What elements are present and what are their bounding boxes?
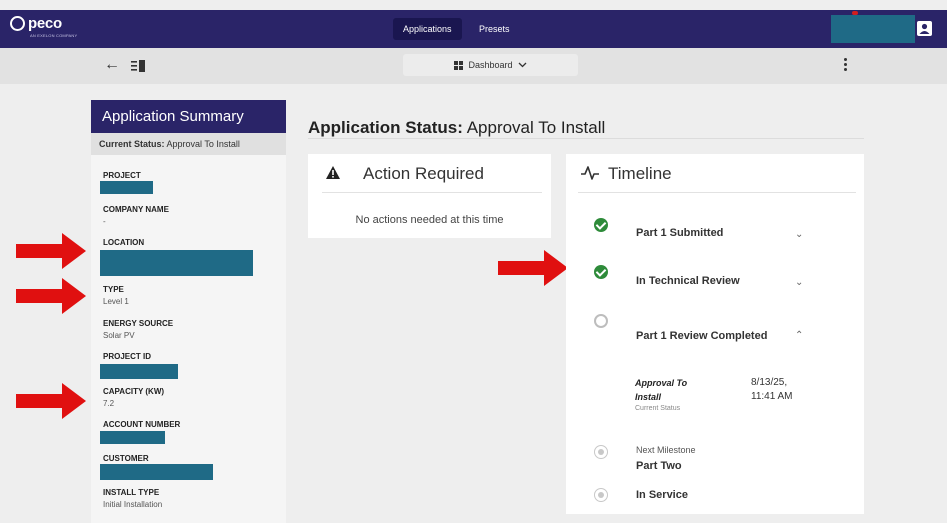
sub-status-time: 11:41 AM [751,391,793,402]
timeline-title: Timeline [608,164,672,183]
field-customer: CUSTOMER [103,454,149,464]
field-type: TYPE Level 1 [103,285,129,307]
redacted-project-id [100,364,178,379]
field-value: Initial Installation [103,500,163,509]
timeline-step-part-1-submitted[interactable]: Part 1 Submitted [636,227,723,239]
divider [308,138,864,139]
toolbar: ← Dashboard [0,48,947,84]
field-label: TYPE [103,285,124,294]
sub-status-timestamp: 8/13/25, 11:41 AM [751,376,793,404]
empty-circle-icon [594,314,608,328]
chevron-down-icon[interactable]: ⌄ [795,229,803,240]
field-label: LOCATION [103,238,145,247]
radio-dot-icon [594,445,608,459]
current-status-label: Current Status: [99,139,165,149]
field-label: COMPANY NAME [103,205,169,214]
field-location: LOCATION [103,238,144,248]
check-circle-icon [594,265,608,279]
warning-icon [326,166,340,179]
field-project: PROJECT [103,171,141,181]
next-milestone-label: Next Milestone [636,445,696,455]
nav-tab-presets[interactable]: Presets [469,18,520,40]
radio-dot-icon [594,488,608,502]
pulse-icon [581,166,599,180]
kebab-menu-icon[interactable] [842,58,848,74]
redacted-user-name [831,15,915,43]
redacted-location [100,250,253,276]
field-label: PROJECT [103,171,141,180]
brand-logo[interactable]: peco AN EXELON COMPANY [10,15,77,38]
brand-tagline: AN EXELON COMPANY [30,33,78,38]
top-navbar: peco AN EXELON COMPANY Applications Pres… [0,10,947,48]
panel-toggle-icon[interactable] [131,60,145,72]
timeline-sub-status: Approval To Install Current Status [635,376,715,412]
chevron-down-icon [518,62,526,68]
dashboard-dropdown[interactable]: Dashboard [403,54,578,76]
field-energy-source: ENERGY SOURCE Solar PV [103,319,173,341]
check-circle-icon [594,218,608,232]
redacted-project [100,181,153,194]
peco-logo-icon [10,16,25,31]
summary-title: Application Summary [91,100,286,133]
brand-name: peco [28,15,62,32]
field-label: PROJECT ID [103,352,152,361]
timeline-step-in-technical-review[interactable]: In Technical Review [636,275,740,287]
page-title-status: Approval To Install [462,118,606,137]
annotation-arrow-icon [498,250,568,286]
no-actions-message: No actions needed at this time [355,214,504,226]
page-title-label: Application Status: [308,118,463,137]
field-install-type: INSTALL TYPE Initial Installation [103,488,162,510]
annotation-arrow-icon [16,383,86,419]
field-label: ACCOUNT NUMBER [103,420,181,429]
field-project-id: PROJECT ID [103,352,151,362]
timeline-step-in-service: In Service [636,489,688,501]
divider [322,192,542,193]
divider [578,192,856,193]
page-title: Application Status: Approval To Install [308,118,605,138]
field-label: ENERGY SOURCE [103,319,174,328]
field-label: CUSTOMER [103,454,149,463]
timeline-step-part-1-review-completed[interactable]: Part 1 Review Completed [636,330,767,342]
field-value: 7.2 [103,399,115,408]
field-value: - [103,217,106,226]
field-account-number: ACCOUNT NUMBER [103,420,180,430]
field-capacity: CAPACITY (KW) 7.2 [103,387,164,409]
redacted-customer [100,464,213,480]
action-required-card: Action Required No actions needed at thi… [308,154,551,238]
dashboard-label: Dashboard [468,60,513,70]
chevron-up-icon[interactable]: ⌃ [795,330,803,341]
user-icon[interactable] [917,21,932,36]
dashboard-grid-icon [454,60,464,70]
field-label: CAPACITY (KW) [103,387,165,396]
nav-tab-applications[interactable]: Applications [393,18,462,40]
field-value: Solar PV [103,331,135,340]
arrow-left-icon[interactable]: ← [104,57,120,73]
sub-status-note: Current Status [635,405,681,412]
field-label: INSTALL TYPE [103,488,160,497]
action-required-title: Action Required [363,164,484,183]
sub-status-name: Approval To Install [635,378,688,402]
field-value: Level 1 [103,297,129,306]
application-summary-panel: Application Summary Current Status: Appr… [91,100,286,523]
timeline-step-part-two: Part Two [636,460,682,472]
redacted-account-number [100,431,165,444]
annotation-arrow-icon [16,278,86,314]
sub-status-date: 8/13/25, [751,377,788,388]
annotation-arrow-icon [16,233,86,269]
chevron-down-icon[interactable]: ⌄ [795,277,803,288]
field-company-name: COMPANY NAME - [103,205,169,227]
timeline-card: Timeline Part 1 Submitted ⌄ In Technical… [566,154,864,514]
current-status-value: Approval To Install [166,139,240,149]
current-status: Current Status: Approval To Install [91,133,286,155]
